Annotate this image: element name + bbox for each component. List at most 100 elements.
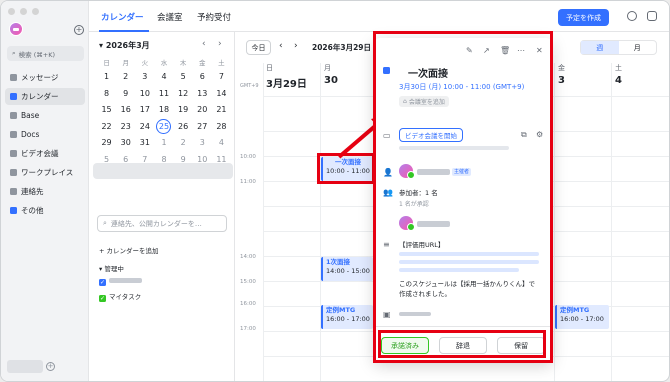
mini-calendar-day[interactable]: 18: [154, 102, 173, 118]
plus-icon[interactable]: +: [46, 362, 55, 371]
weekday-label: 木: [179, 59, 187, 67]
hour-label: 17:00: [240, 326, 256, 332]
nav-item-messages[interactable]: メッセージ: [5, 69, 85, 86]
today-button[interactable]: 今日: [246, 40, 271, 55]
highlight-box-popup: [373, 31, 553, 363]
calendar-event[interactable]: 1次面接 14:00 - 15:00: [321, 257, 373, 281]
mini-calendar-day[interactable]: 4: [154, 69, 173, 85]
mini-calendar-day[interactable]: 7: [135, 152, 154, 168]
message-icon: [10, 74, 17, 81]
highlight-box-rsvp: [378, 330, 546, 358]
hour-label: 10:00: [240, 154, 256, 160]
calendar-event[interactable]: 定例MTG 16:00 - 17:00: [321, 305, 373, 329]
mini-calendar-day[interactable]: 27: [193, 119, 212, 135]
settings-gear-icon[interactable]: [627, 11, 637, 21]
calendar-name-redacted: [109, 278, 142, 283]
user-avatar[interactable]: [9, 22, 23, 36]
calendar-item-my-task[interactable]: ✓ マイタスク: [99, 291, 141, 302]
mini-calendar-day[interactable]: 3: [193, 135, 212, 151]
global-search[interactable]: ⌕ 検索 (⌘+K): [7, 46, 84, 61]
calendar-sidebar: ▾ 2026年3月 ‹ › 日月火水木金土 1 2 3 4 5 6 7 8 9 10 11 12 13 14…: [89, 32, 235, 381]
mini-calendar-day[interactable]: 29: [97, 135, 116, 151]
search-icon: ⌕: [12, 49, 16, 57]
add-calendar-link[interactable]: + カレンダーを追加: [99, 245, 159, 255]
mini-calendar-day[interactable]: 16: [116, 102, 135, 118]
mini-calendar-grid: 日月火水木金土 1 2 3 4 5 6 7 8 9 10 11 12 13 14 15 16 17 18 19 20 21…: [97, 56, 231, 167]
day-header-mon: 月 30: [324, 64, 338, 86]
mini-calendar-day[interactable]: 8: [97, 86, 116, 102]
mini-calendar-day[interactable]: 5: [174, 69, 193, 85]
add-icon[interactable]: +: [74, 25, 84, 35]
mini-calendar-day[interactable]: 11: [154, 86, 173, 102]
timezone-label: GMT+9: [240, 83, 259, 89]
mini-calendar-day[interactable]: 4: [212, 135, 231, 151]
mini-calendar-day[interactable]: 24: [135, 119, 154, 135]
mini-calendar-day[interactable]: 10: [193, 152, 212, 168]
prev-month-chevron-icon[interactable]: ‹: [202, 39, 206, 49]
nav-item-more[interactable]: その他: [5, 202, 85, 219]
view-week-button[interactable]: 週: [581, 41, 619, 54]
docs-icon: [10, 131, 17, 138]
mini-calendar-day[interactable]: 6: [193, 69, 212, 85]
mini-calendar-day[interactable]: 26: [174, 119, 193, 135]
calendar-search-input[interactable]: ⌕ 連絡先、公開カレンダーを…: [97, 215, 227, 232]
open-window-icon[interactable]: [647, 11, 657, 21]
nav-item-workplace[interactable]: ワークプレイス: [5, 164, 85, 181]
nav-item-base[interactable]: Base: [5, 107, 85, 124]
mini-calendar-day[interactable]: 31: [135, 135, 154, 151]
mini-calendar-day[interactable]: 17: [135, 102, 154, 118]
mini-calendar-day[interactable]: 23: [116, 119, 135, 135]
weekday-label: 土: [218, 59, 225, 67]
tab-calendar[interactable]: カレンダー: [101, 11, 144, 23]
tab-booking[interactable]: 予約受付: [197, 11, 231, 23]
base-icon: [10, 112, 17, 119]
mini-calendar-day[interactable]: 9: [174, 152, 193, 168]
weekday-label: 火: [141, 59, 149, 67]
mini-calendar-day[interactable]: 2: [174, 135, 193, 151]
mini-calendar-day[interactable]: 22: [97, 119, 116, 135]
workspace-switcher[interactable]: [7, 360, 43, 373]
mini-calendar-day[interactable]: 20: [193, 102, 212, 118]
mini-calendar-day[interactable]: 25: [156, 118, 172, 134]
mini-calendar-day[interactable]: 2: [116, 69, 135, 85]
next-week-icon[interactable]: ›: [294, 41, 298, 51]
next-month-chevron-icon[interactable]: ›: [218, 39, 222, 49]
managed-section-header[interactable]: ▾ 管理中: [99, 263, 124, 273]
mini-calendar-day[interactable]: 30: [116, 135, 135, 151]
mini-calendar-day[interactable]: 10: [135, 86, 154, 102]
mini-calendar-day[interactable]: 21: [212, 102, 231, 118]
mini-calendar-day[interactable]: 13: [193, 86, 212, 102]
top-tabs: カレンダー 会議室 予約受付 予定を作成: [89, 1, 669, 32]
nav-item-calendar[interactable]: カレンダー: [5, 88, 85, 105]
calendar-app-window: + ⌕ 検索 (⌘+K) メッセージ カレンダー Base Docs ビデオ会議…: [0, 0, 670, 382]
mini-calendar-day[interactable]: 1: [97, 69, 116, 85]
mini-calendar-day[interactable]: 11: [212, 152, 231, 168]
nav-item-contacts[interactable]: 連絡先: [5, 183, 85, 200]
calendar-item-primary[interactable]: ✓: [99, 277, 142, 286]
nav-item-video-meeting[interactable]: ビデオ会議: [5, 145, 85, 162]
workplace-icon: [10, 169, 17, 176]
mini-calendar-day[interactable]: 28: [212, 119, 231, 135]
tab-meeting-rooms[interactable]: 会議室: [157, 11, 183, 23]
mini-calendar-day[interactable]: 9: [116, 86, 135, 102]
checkbox-checked-icon: ✓: [99, 279, 106, 286]
mini-calendar-day[interactable]: 8: [154, 152, 173, 168]
mini-calendar-day[interactable]: 19: [174, 102, 193, 118]
mini-calendar-day[interactable]: 6: [116, 152, 135, 168]
window-controls[interactable]: [8, 8, 39, 15]
mini-calendar-day[interactable]: 12: [174, 86, 193, 102]
mini-calendar-day[interactable]: 15: [97, 102, 116, 118]
mini-calendar-day[interactable]: 3: [135, 69, 154, 85]
prev-week-icon[interactable]: ‹: [279, 41, 283, 51]
weekday-label: 月: [122, 59, 129, 67]
nav-item-docs[interactable]: Docs: [5, 126, 85, 143]
mini-calendar-day[interactable]: 1: [154, 135, 173, 151]
view-month-button[interactable]: 月: [619, 41, 657, 54]
mini-calendar-day[interactable]: 7: [212, 69, 231, 85]
weekday-label: 日: [103, 59, 110, 67]
calendar-event[interactable]: 定例MTG 16:00 - 17:00: [555, 305, 609, 329]
mini-calendar-day[interactable]: 14: [212, 86, 231, 102]
mini-calendar-day[interactable]: 5: [97, 152, 116, 168]
create-event-button[interactable]: 予定を作成: [558, 9, 609, 26]
view-switcher: 週 月: [580, 40, 657, 55]
